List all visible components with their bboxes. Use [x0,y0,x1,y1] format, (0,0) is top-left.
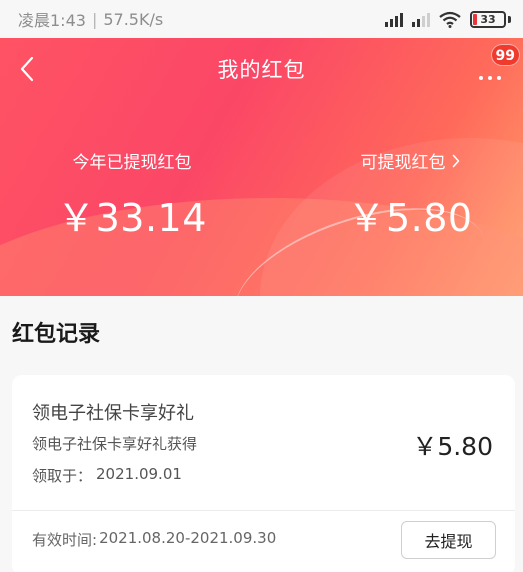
page-title: 我的红包 [217,58,306,82]
red-packet-header: 我的红包 99 今年已提现红包 ￥33.14 可提现红包 ￥5.80 [0,38,523,296]
withdraw-button[interactable]: 去提现 [401,521,496,559]
validity-label: 有效时间: [32,531,98,549]
record-card: 领电子社保卡享好礼 领电子社保卡享好礼获得 领取于： 2021.09.01 ￥5… [12,375,515,572]
nav-bar: 我的红包 99 [0,38,523,100]
notification-badge: 99 [490,44,520,66]
chevron-left-icon [20,56,34,82]
record-name: 领电子社保卡享好礼 [32,403,194,424]
battery-level: 33 [480,12,496,26]
cellular-signal-icon [385,12,403,27]
wifi-icon [439,11,461,28]
status-bar: 凌晨1:43 | 57.5K/s 33 [0,0,523,38]
record-date-row: 领取于： 2021.09.01 [32,465,182,486]
available-label: 可提现红包 [360,153,446,173]
record-date-label: 领取于： [32,467,93,485]
records-section-title: 红包记录 [12,322,101,347]
record-description: 领电子社保卡享好礼获得 [32,435,198,453]
status-icons: 33 [385,10,511,28]
battery-icon: 33 [470,10,506,28]
card-divider [12,510,515,511]
battery-tip [508,15,511,23]
available-amount: ￥5.80 [347,196,473,240]
available-label-row: 可提现红包 [340,148,480,173]
status-separator: | [91,9,98,29]
withdrawn-balance: 今年已提现红包 ￥33.14 [52,148,212,242]
status-time: 凌晨1:43 [18,11,86,30]
withdrawn-label: 今年已提现红包 [72,153,192,173]
record-amount: ￥5.80 [412,432,493,461]
back-button[interactable] [12,52,42,86]
network-speed: 57.5K/s [103,9,164,29]
cellular-signal-2-icon [412,12,430,27]
validity-row: 有效时间: 2021.08.20-2021.09.30 [32,529,276,550]
record-date: 2021.09.01 [96,465,182,483]
available-balance[interactable]: 可提现红包 ￥5.80 [340,148,480,242]
more-dots-icon [479,76,483,80]
withdrawn-amount: ￥33.14 [57,196,207,240]
validity-period: 2021.08.20-2021.09.30 [99,529,277,547]
status-left: 凌晨1:43 | 57.5K/s [18,7,163,31]
chevron-right-icon [452,154,459,167]
